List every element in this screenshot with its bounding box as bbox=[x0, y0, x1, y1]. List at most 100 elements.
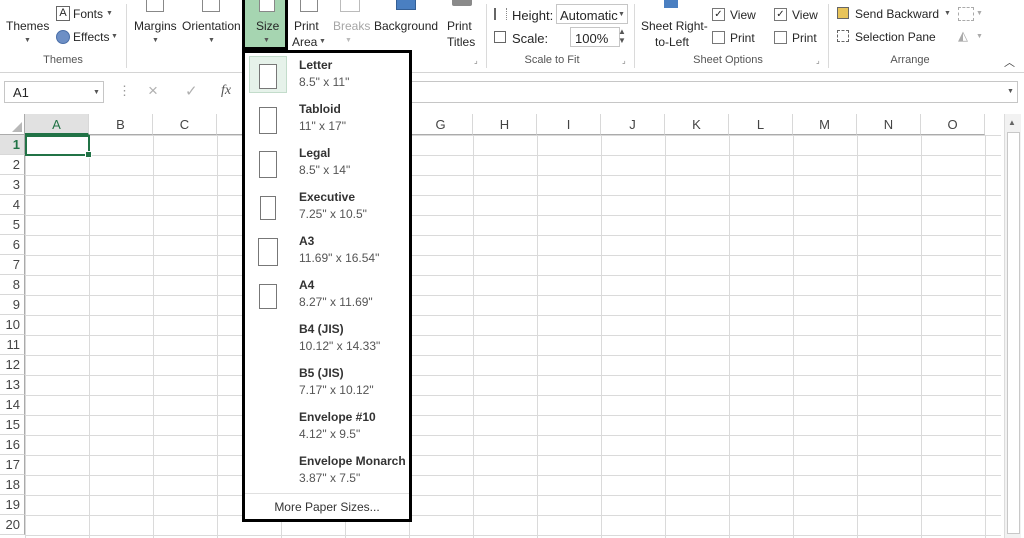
gridlines-view-checkbox[interactable]: ✓ View bbox=[712, 7, 768, 23]
insert-function-icon[interactable]: fx bbox=[221, 83, 231, 99]
row-header-2[interactable]: 2 bbox=[0, 155, 25, 175]
paper-size-option[interactable]: A3 11.69" x 16.54" bbox=[245, 229, 409, 273]
checkbox-checked: ✓ bbox=[774, 8, 787, 21]
scale-input[interactable]: 100% bbox=[570, 27, 620, 47]
chevron-down-icon: ▼ bbox=[208, 37, 215, 44]
themes-label: Themes bbox=[6, 19, 50, 33]
paper-page-icon bbox=[260, 196, 276, 220]
paper-size-option[interactable]: Tabloid 11" x 17" bbox=[245, 97, 409, 141]
row-header-5[interactable]: 5 bbox=[0, 215, 25, 235]
column-header-i[interactable]: I bbox=[537, 114, 601, 135]
row-header-12[interactable]: 12 bbox=[0, 355, 25, 375]
paper-size-option[interactable]: Envelope #10 4.12" x 9.5" bbox=[245, 405, 409, 449]
paper-size-option[interactable]: B4 (JIS) 10.12" x 14.33" bbox=[245, 317, 409, 361]
effects-label: Effects bbox=[73, 30, 110, 44]
paper-size-name: Legal bbox=[299, 146, 331, 160]
align-icon bbox=[958, 7, 974, 21]
chevron-down-icon: ▼ bbox=[111, 33, 118, 40]
paper-size-option[interactable]: A4 8.27" x 11.69" bbox=[245, 273, 409, 317]
column-header-c[interactable]: C bbox=[153, 114, 217, 135]
paper-size-option[interactable]: Legal 8.5" x 14" bbox=[245, 141, 409, 185]
column-header-b[interactable]: B bbox=[89, 114, 153, 135]
row-header-7[interactable]: 7 bbox=[0, 255, 25, 275]
paper-page-icon bbox=[259, 63, 277, 89]
align-button[interactable]: ▼ bbox=[956, 5, 986, 23]
scroll-up-icon[interactable]: ▲ bbox=[1008, 118, 1016, 127]
page-setup-dialog-launcher[interactable]: ⌟ bbox=[474, 57, 482, 65]
sheet-options-dialog-launcher[interactable]: ⌟ bbox=[816, 57, 824, 65]
rotate-button[interactable]: ◭ ▼ bbox=[956, 28, 986, 46]
selected-cell[interactable] bbox=[25, 135, 92, 158]
ribbon: Themes ▼ A Fonts ▼ Effects ▼ Themes Marg… bbox=[0, 0, 1024, 73]
row-header-13[interactable]: 13 bbox=[0, 375, 25, 395]
row-header-10[interactable]: 10 bbox=[0, 315, 25, 335]
effects-button[interactable]: Effects ▼ bbox=[54, 29, 120, 46]
selection-pane-button[interactable]: Selection Pane bbox=[836, 28, 946, 46]
breaks-label: Breaks bbox=[333, 19, 371, 33]
name-box[interactable]: A1 ▼ bbox=[4, 81, 104, 103]
group-divider bbox=[486, 4, 487, 68]
row-header-19[interactable]: 19 bbox=[0, 495, 25, 515]
paper-size-option[interactable]: B5 (JIS) 7.17" x 10.12" bbox=[245, 361, 409, 405]
headings-print-checkbox[interactable]: Print bbox=[774, 30, 830, 46]
row-header-4[interactable]: 4 bbox=[0, 195, 25, 215]
headings-view-checkbox[interactable]: ✓ View bbox=[774, 7, 830, 23]
row-header-6[interactable]: 6 bbox=[0, 235, 25, 255]
row-header-18[interactable]: 18 bbox=[0, 475, 25, 495]
paper-size-dimensions: 8.5" x 14" bbox=[299, 163, 351, 177]
column-header-h[interactable]: H bbox=[473, 114, 537, 135]
column-header-j[interactable]: J bbox=[601, 114, 665, 135]
send-backward-button[interactable]: Send Backward ▼ bbox=[836, 5, 954, 23]
select-all-corner[interactable] bbox=[0, 114, 25, 135]
paper-size-option[interactable]: Executive 7.25" x 10.5" bbox=[245, 185, 409, 229]
cancel-icon[interactable]: × bbox=[148, 81, 158, 101]
print-titles-button[interactable]: Print Titles bbox=[442, 0, 482, 50]
scroll-thumb[interactable] bbox=[1007, 132, 1020, 534]
more-paper-sizes-button[interactable]: More Paper Sizes... bbox=[245, 493, 409, 520]
column-header-g[interactable]: G bbox=[409, 114, 473, 135]
column-header-k[interactable]: K bbox=[665, 114, 729, 135]
fill-handle[interactable] bbox=[85, 151, 92, 158]
collapse-ribbon-icon[interactable]: ︿ bbox=[1004, 54, 1015, 70]
enter-icon[interactable]: ✓ bbox=[185, 82, 198, 100]
paper-size-name: B5 (JIS) bbox=[299, 366, 344, 380]
sheet-options-group-label: Sheet Options bbox=[693, 54, 763, 66]
paper-size-name: Executive bbox=[299, 190, 356, 204]
scale-to-fit-dialog-launcher[interactable]: ⌟ bbox=[622, 57, 630, 65]
height-label: Height: bbox=[512, 8, 554, 23]
row-header-17[interactable]: 17 bbox=[0, 455, 25, 475]
height-dropdown[interactable]: Automatic ▼ bbox=[556, 4, 628, 24]
row-header-14[interactable]: 14 bbox=[0, 395, 25, 415]
paper-size-option[interactable]: Letter 8.5" x 11" bbox=[245, 53, 409, 97]
print-area-icon bbox=[300, 0, 318, 12]
row-header-3[interactable]: 3 bbox=[0, 175, 25, 195]
row-header-1[interactable]: 1 bbox=[0, 135, 25, 155]
row-header-20[interactable]: 20 bbox=[0, 515, 25, 535]
column-header-m[interactable]: M bbox=[793, 114, 857, 135]
breaks-button[interactable]: Breaks ▼ bbox=[330, 0, 370, 50]
print-area-button[interactable]: Print Area ▼ bbox=[290, 0, 326, 50]
scale-spinner[interactable]: ▲ ▼ bbox=[618, 27, 626, 45]
paper-size-dimensions: 3.87" x 7.5" bbox=[299, 471, 361, 485]
gridlines-print-checkbox[interactable]: Print bbox=[712, 30, 768, 46]
cell-grid[interactable] bbox=[25, 135, 1001, 538]
column-header-l[interactable]: L bbox=[729, 114, 793, 135]
row-header-16[interactable]: 16 bbox=[0, 435, 25, 455]
background-button[interactable]: Background bbox=[372, 0, 440, 50]
column-header-o[interactable]: O bbox=[921, 114, 985, 135]
fonts-button[interactable]: A Fonts ▼ bbox=[54, 6, 116, 23]
row-header-15[interactable]: 15 bbox=[0, 415, 25, 435]
vertical-scrollbar[interactable]: ▲ bbox=[1004, 114, 1021, 538]
margins-button[interactable]: Margins ▼ bbox=[132, 0, 180, 50]
chevron-down-icon: ▼ bbox=[93, 89, 100, 96]
themes-button[interactable]: Themes ▼ bbox=[2, 0, 52, 50]
column-header-n[interactable]: N bbox=[857, 114, 921, 135]
orientation-button[interactable]: Orientation ▼ bbox=[180, 0, 242, 50]
row-header-11[interactable]: 11 bbox=[0, 335, 25, 355]
row-header-9[interactable]: 9 bbox=[0, 295, 25, 315]
column-header-a[interactable]: A bbox=[25, 114, 89, 135]
paper-size-option[interactable]: Envelope Monarch 3.87" x 7.5" bbox=[245, 449, 409, 493]
size-button[interactable]: Size ▼ bbox=[242, 0, 288, 50]
row-header-8[interactable]: 8 bbox=[0, 275, 25, 295]
sheet-right-to-left-button[interactable]: Sheet Right- to-Left bbox=[638, 0, 710, 50]
